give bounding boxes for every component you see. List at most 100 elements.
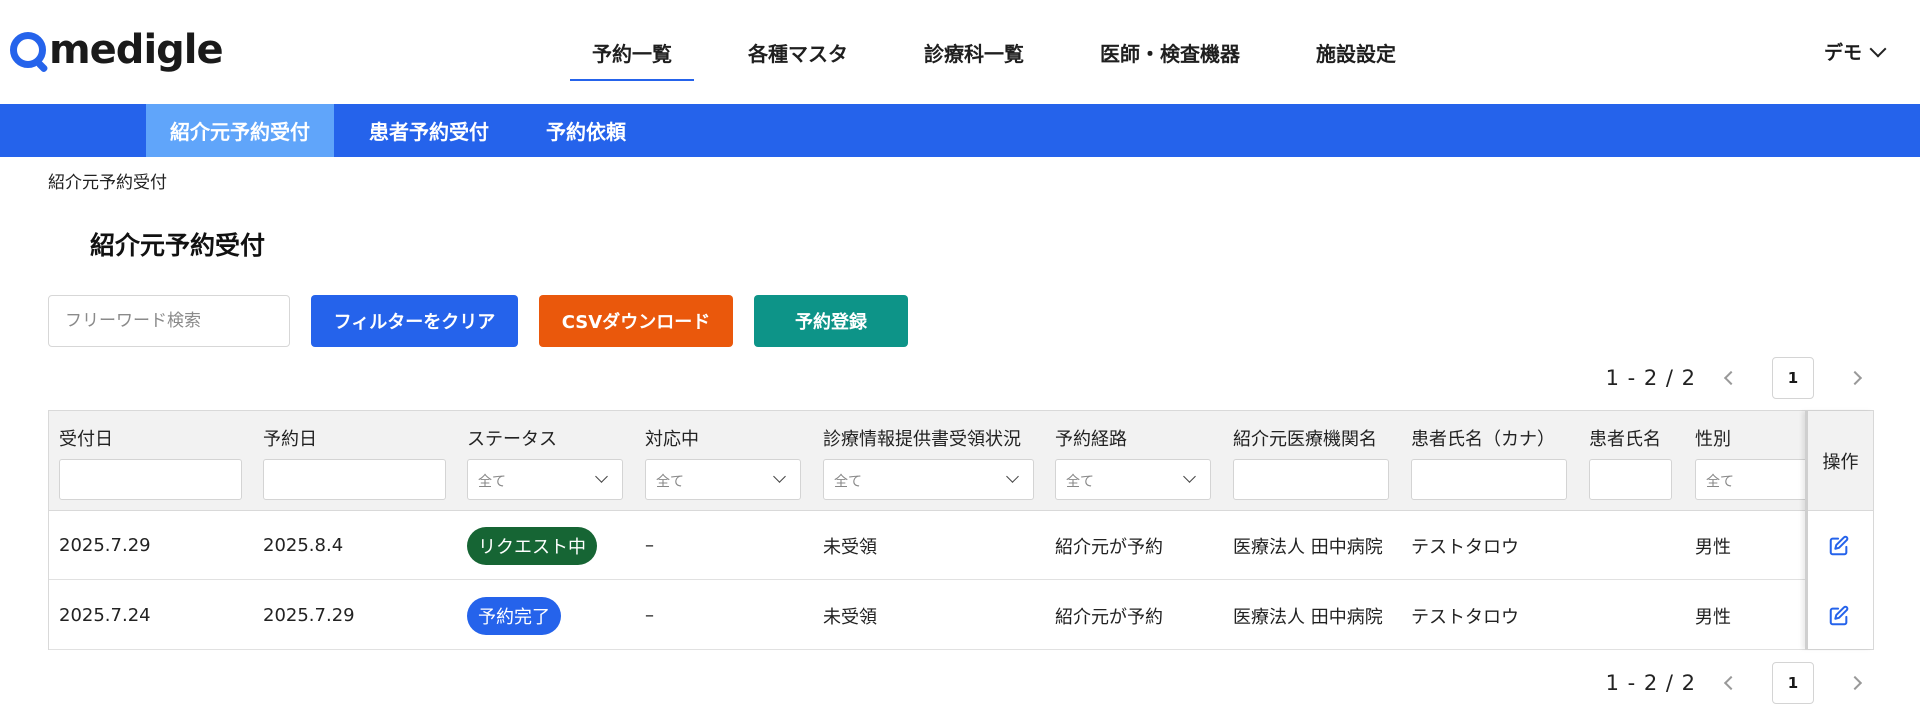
subnav-reservation-request[interactable]: 予約依頼 — [530, 104, 642, 157]
column-label: 診療情報提供書受領状況 — [823, 429, 1021, 450]
column-doc-status: 診療情報提供書受領状況 全て — [813, 411, 1045, 511]
filter-received-date-input[interactable] — [59, 459, 242, 500]
user-name: デモ — [1823, 42, 1862, 64]
column-label: 患者氏名（カナ） — [1411, 429, 1555, 450]
cell-received-date: 2025.7.24 — [59, 605, 151, 626]
clear-filter-button[interactable]: フィルターをクリア — [311, 295, 518, 347]
nav-label: 施設設定 — [1316, 41, 1396, 66]
chevron-right-icon[interactable] — [1847, 370, 1863, 386]
column-label: 予約日 — [263, 429, 317, 450]
filter-doc-status-select[interactable]: 全て — [823, 459, 1034, 500]
cell-hospital: 医療法人 田中病院 — [1233, 536, 1383, 558]
logo-text: medigle — [49, 27, 224, 73]
chevron-down-icon — [1869, 40, 1887, 57]
page-number-button[interactable]: 1 — [1772, 662, 1814, 704]
column-label: 受付日 — [59, 429, 113, 450]
column-label: 性別 — [1695, 429, 1731, 450]
select-value: 全て — [1066, 474, 1094, 490]
subnav-label: 患者予約受付 — [369, 120, 489, 144]
nav-label: 診療科一覧 — [924, 41, 1024, 66]
main-nav: 予約一覧 各種マスタ 診療科一覧 医師・検査機器 施設設定 — [570, 0, 1396, 104]
cell-handling: – — [645, 535, 654, 556]
csv-download-button[interactable]: CSVダウンロード — [539, 295, 733, 347]
nav-doctors-equipment[interactable]: 医師・検査機器 — [1100, 0, 1240, 104]
reservations-table: 受付日 予約日 ステータス 全て 対応中 全て 診療情報提供書受領状況 全て 予… — [48, 410, 1874, 650]
chevron-down-icon — [1006, 470, 1019, 483]
chevron-right-icon[interactable] — [1847, 675, 1863, 691]
cell-route: 紹介元が予約 — [1055, 536, 1163, 558]
search-input[interactable] — [48, 295, 290, 347]
select-value: 全て — [1706, 474, 1734, 490]
subnav-label: 紹介元予約受付 — [170, 120, 310, 144]
cell-hospital: 医療法人 田中病院 — [1233, 606, 1383, 628]
column-route: 予約経路 全て — [1045, 411, 1223, 511]
cell-status: 予約完了 — [457, 581, 561, 650]
operations-column: 操作 — [1805, 411, 1873, 649]
column-referring-hospital: 紹介元医療機関名 — [1223, 411, 1401, 511]
logo-search-icon — [10, 32, 46, 68]
column-label: 患者氏名 — [1589, 429, 1661, 450]
page-number-button[interactable]: 1 — [1772, 357, 1814, 399]
column-reservation-date: 予約日 — [253, 411, 457, 511]
chevron-left-icon[interactable] — [1723, 675, 1739, 691]
button-label: フィルターをクリア — [333, 312, 496, 333]
column-operations: 操作 — [1808, 411, 1873, 511]
select-value: 全て — [656, 474, 684, 490]
chevron-down-icon — [1183, 470, 1196, 483]
select-value: 全て — [834, 474, 862, 490]
nav-reservation-list[interactable]: 予約一覧 — [570, 0, 694, 104]
cell-received-date: 2025.7.29 — [59, 535, 151, 556]
cell-doc-status: 未受領 — [823, 606, 877, 628]
nav-facility-settings[interactable]: 施設設定 — [1316, 0, 1396, 104]
column-handling: 対応中 全て — [635, 411, 813, 511]
status-badge: 予約完了 — [467, 596, 561, 635]
filter-handling-select[interactable]: 全て — [645, 459, 801, 500]
filter-hospital-input[interactable] — [1233, 459, 1389, 500]
subnav-referral-reception[interactable]: 紹介元予約受付 — [146, 104, 334, 157]
cell-doc-status: 未受領 — [823, 536, 877, 558]
filter-name-input[interactable] — [1589, 459, 1672, 500]
button-label: CSVダウンロード — [561, 312, 711, 333]
cell-patient-kana: テストタロウ — [1411, 606, 1519, 628]
table-row[interactable]: 2025.7.24 2025.7.29 予約完了 – 未受領 紹介元が予約 医療… — [49, 581, 1805, 650]
nav-label: 予約一覧 — [592, 41, 672, 66]
medigle-logo[interactable]: medigle — [10, 27, 224, 73]
cell-gender: 男性 — [1695, 536, 1731, 558]
nav-masters[interactable]: 各種マスタ — [748, 0, 848, 104]
cell-reservation-date: 2025.8.4 — [263, 535, 344, 556]
filter-kana-input[interactable] — [1411, 459, 1567, 500]
breadcrumb: 紹介元予約受付 — [48, 173, 167, 193]
cell-reservation-date: 2025.7.29 — [263, 605, 355, 626]
subnav-label: 予約依頼 — [546, 120, 626, 144]
select-value: 全て — [478, 474, 506, 490]
nav-departments[interactable]: 診療科一覧 — [924, 0, 1024, 104]
column-label: 対応中 — [645, 429, 699, 450]
register-reservation-button[interactable]: 予約登録 — [754, 295, 908, 347]
cell-route: 紹介元が予約 — [1055, 606, 1163, 628]
cell-patient-name — [1579, 511, 1589, 580]
nav-label: 医師・検査機器 — [1100, 41, 1240, 66]
filter-reservation-date-input[interactable] — [263, 459, 446, 500]
column-label: ステータス — [467, 429, 557, 450]
status-badge: リクエスト中 — [467, 526, 597, 565]
filter-status-select[interactable]: 全て — [467, 459, 623, 500]
edit-icon[interactable] — [1828, 535, 1850, 557]
user-menu[interactable]: デモ — [1823, 38, 1887, 65]
sub-nav: 紹介元予約受付 患者予約受付 予約依頼 — [0, 104, 1920, 157]
pagination-range: 1 - 2 / 2 — [1605, 671, 1696, 695]
table-row[interactable]: 2025.7.29 2025.8.4 リクエスト中 – 未受領 紹介元が予約 医… — [49, 511, 1805, 580]
subnav-patient-reception[interactable]: 患者予約受付 — [350, 104, 508, 157]
filter-route-select[interactable]: 全て — [1055, 459, 1211, 500]
cell-handling: – — [645, 605, 654, 626]
cell-status: リクエスト中 — [457, 511, 597, 580]
column-patient-name: 患者氏名 — [1579, 411, 1685, 511]
nav-label: 各種マスタ — [748, 41, 848, 66]
cell-patient-kana: テストタロウ — [1411, 536, 1519, 558]
edit-icon[interactable] — [1828, 605, 1850, 627]
chevron-left-icon[interactable] — [1723, 370, 1739, 386]
filter-gender-select[interactable]: 全て — [1695, 459, 1805, 500]
column-label: 予約経路 — [1055, 429, 1127, 450]
cell-gender: 男性 — [1695, 606, 1731, 628]
column-received-date: 受付日 — [49, 411, 253, 511]
pagination-top: 1 - 2 / 2 1 — [1606, 357, 1863, 399]
